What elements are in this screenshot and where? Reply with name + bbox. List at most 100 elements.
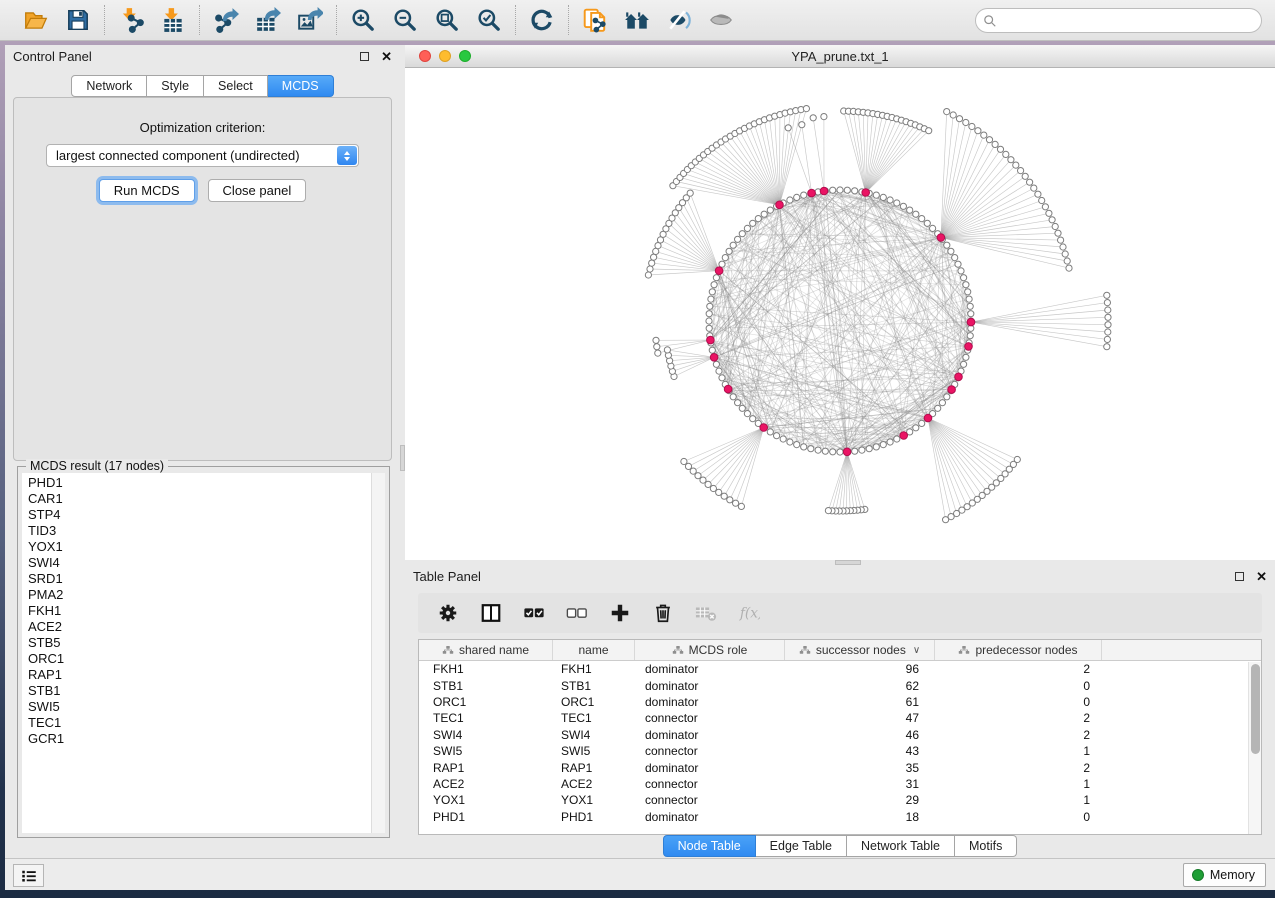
graph-node [866, 446, 872, 452]
run-mcds-button[interactable]: Run MCDS [99, 179, 195, 202]
tab-network-table[interactable]: Network Table [847, 835, 955, 857]
mcds-result-item[interactable]: RAP1 [28, 667, 371, 683]
zoom-selected-icon[interactable] [475, 6, 503, 34]
leaf-node [1066, 265, 1072, 271]
gear-icon[interactable] [434, 599, 462, 627]
mcds-result-item[interactable]: PHD1 [28, 475, 371, 491]
zoom-out-icon[interactable] [391, 6, 419, 34]
delete-column-icon[interactable] [649, 599, 677, 627]
hide-style-icon[interactable] [665, 6, 693, 34]
table-row[interactable]: ACE2ACE2connector311 [419, 776, 1261, 792]
leaf-node [1042, 204, 1048, 210]
mcds-hub-node [715, 267, 723, 275]
float-table-panel-icon[interactable] [1235, 572, 1244, 581]
network-window: YPA_prune.txt_1 [405, 45, 1275, 560]
mcds-result-item[interactable]: TEC1 [28, 715, 371, 731]
export-image-icon[interactable] [296, 6, 324, 34]
table-row[interactable]: FKH1FKH1dominator962 [419, 661, 1261, 677]
export-table-icon[interactable] [254, 6, 282, 34]
tab-motifs[interactable]: Motifs [955, 835, 1017, 857]
tab-network[interactable]: Network [71, 75, 147, 97]
mcds-result-item[interactable]: ORC1 [28, 651, 371, 667]
table-cell: 0 [935, 695, 1102, 709]
graph-node [887, 197, 893, 203]
mcds-result-item[interactable]: STB5 [28, 635, 371, 651]
select-all-icon [523, 602, 545, 624]
import-network-icon[interactable] [117, 6, 145, 34]
table-cell: TEC1 [553, 711, 635, 725]
mcds-result-item[interactable]: SWI4 [28, 555, 371, 571]
column-header-name[interactable]: name [553, 640, 635, 660]
leaf-node [738, 503, 744, 509]
mcds-result-item[interactable]: STP4 [28, 507, 371, 523]
table-row[interactable]: STB1STB1dominator620 [419, 677, 1261, 693]
tab-edge-table[interactable]: Edge Table [756, 835, 847, 857]
save-session-icon[interactable] [64, 6, 92, 34]
mcds-result-item[interactable]: YOX1 [28, 539, 371, 555]
graph-node [948, 248, 954, 254]
tab-node-table[interactable]: Node Table [663, 835, 756, 857]
column-header-MCDS-role[interactable]: MCDS role [635, 640, 785, 660]
column-header-successor-nodes[interactable]: successor nodes∨ [785, 640, 935, 660]
task-history-button[interactable] [13, 864, 44, 887]
mcds-result-item[interactable]: CAR1 [28, 491, 371, 507]
network-window-titlebar[interactable]: YPA_prune.txt_1 [405, 45, 1275, 68]
table-row[interactable]: SWI5SWI5connector431 [419, 743, 1261, 759]
zoom-fit-icon[interactable] [433, 6, 461, 34]
table-row[interactable]: ORC1ORC1dominator610 [419, 694, 1261, 710]
network-canvas[interactable] [405, 68, 1275, 560]
columns-icon[interactable] [477, 599, 505, 627]
optimization-criterion-select[interactable]: largest connected component (undirected) [46, 144, 359, 167]
leaf-node [654, 344, 660, 350]
leaf-node [969, 123, 975, 129]
mcds-result-item[interactable]: TID3 [28, 523, 371, 539]
table-scrollbar-thumb[interactable] [1251, 664, 1260, 754]
close-panel-icon[interactable]: ✕ [381, 50, 392, 63]
mcds-hub-node [862, 189, 870, 197]
import-table-icon[interactable] [159, 6, 187, 34]
graphics-details-icon[interactable] [707, 6, 735, 34]
column-header-shared-name[interactable]: shared name [419, 640, 553, 660]
zoom-in-icon[interactable] [349, 6, 377, 34]
close-panel-button[interactable]: Close panel [208, 179, 307, 202]
zoom-selected-icon [476, 7, 502, 33]
export-network-icon[interactable] [212, 6, 240, 34]
tab-style[interactable]: Style [147, 75, 204, 97]
add-column-icon[interactable] [606, 599, 634, 627]
table-row[interactable]: YOX1YOX1connector291 [419, 792, 1261, 808]
refresh-icon[interactable] [528, 6, 556, 34]
mcds-result-item[interactable]: ACE2 [28, 619, 371, 635]
mcds-result-item[interactable]: GCR1 [28, 731, 371, 747]
search-input[interactable] [997, 11, 1261, 31]
mcds-result-item[interactable]: SRD1 [28, 571, 371, 587]
graph-node [967, 303, 973, 309]
open-folder-icon[interactable] [22, 6, 50, 34]
import-table-icon [160, 7, 186, 33]
new-network-from-selection-icon[interactable] [581, 6, 609, 34]
node-table-header: shared namenameMCDS rolesuccessor nodes∨… [419, 640, 1261, 661]
table-scrollbar[interactable] [1248, 662, 1261, 834]
deselect-all-icon[interactable] [563, 599, 591, 627]
table-row[interactable]: SWI4SWI4dominator462 [419, 727, 1261, 743]
table-row[interactable]: PHD1PHD1dominator180 [419, 809, 1261, 825]
mcds-result-item[interactable]: STB1 [28, 683, 371, 699]
graph-node [767, 207, 773, 213]
graph-node [859, 447, 865, 453]
graph-node [744, 411, 750, 417]
close-table-panel-icon[interactable]: ✕ [1256, 570, 1267, 583]
mcds-result-scrollbar[interactable] [371, 473, 385, 833]
select-all-icon[interactable] [520, 599, 548, 627]
first-neighbors-icon[interactable] [623, 6, 651, 34]
mcds-result-item[interactable]: SWI5 [28, 699, 371, 715]
tab-mcds[interactable]: MCDS [268, 75, 334, 97]
table-cell: 61 [785, 695, 935, 709]
optimization-criterion-label: Optimization criterion: [14, 120, 391, 135]
column-header-predecessor-nodes[interactable]: predecessor nodes [935, 640, 1102, 660]
tab-select[interactable]: Select [204, 75, 268, 97]
memory-button[interactable]: Memory [1183, 863, 1266, 887]
table-row[interactable]: TEC1TEC1connector472 [419, 710, 1261, 726]
table-row[interactable]: RAP1RAP1dominator352 [419, 759, 1261, 775]
mcds-result-item[interactable]: PMA2 [28, 587, 371, 603]
float-panel-icon[interactable] [360, 52, 369, 61]
mcds-result-item[interactable]: FKH1 [28, 603, 371, 619]
